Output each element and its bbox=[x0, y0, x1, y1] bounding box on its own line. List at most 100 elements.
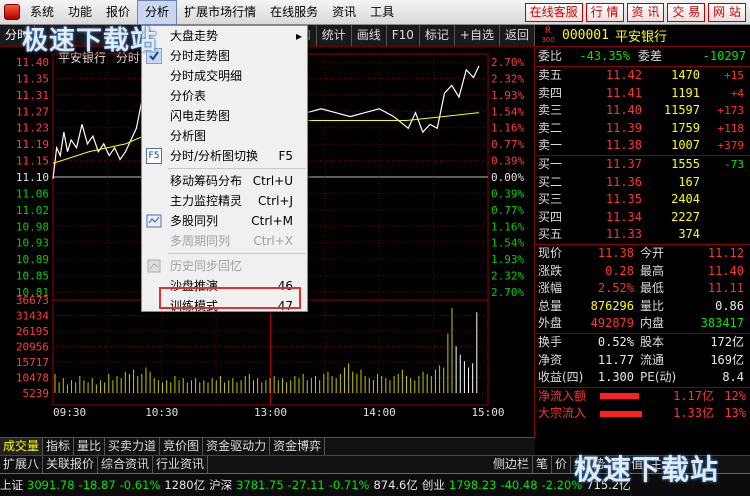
menu-item-5[interactable]: 在线服务 bbox=[263, 0, 325, 25]
bid-price: 11.35 bbox=[605, 192, 642, 207]
menu-item-7[interactable]: 工具 bbox=[363, 0, 401, 25]
menu-item-label: 移动筹码分布 bbox=[170, 174, 243, 188]
menu-item-label: 分析图 bbox=[170, 129, 207, 143]
draw-line-button[interactable]: 画线 bbox=[352, 25, 387, 46]
menu-item-11[interactable]: 多周期同列 Ctrl+X bbox=[142, 231, 307, 251]
top-button-0[interactable]: 在线客服 bbox=[524, 2, 583, 22]
bid-label: 买一 bbox=[538, 156, 563, 171]
quote-panel: R 300 000001 平安银行 委比 -43.35% 委差 -10297 卖… bbox=[536, 25, 750, 437]
cy-label: 创业 bbox=[421, 478, 445, 492]
bid-volume: 2404 bbox=[671, 192, 700, 207]
indicator-tab-5[interactable]: 资金驱动力 bbox=[203, 438, 271, 455]
indicator-tab-4[interactable]: 竞价图 bbox=[160, 438, 204, 455]
indicator-tab-1[interactable]: 指标 bbox=[43, 438, 75, 455]
flow-bar bbox=[600, 411, 642, 418]
stock-name: 平安银行 bbox=[614, 30, 667, 45]
sidebar-tab-1[interactable]: 笔 bbox=[533, 456, 553, 473]
stat-value: 492879 bbox=[590, 316, 634, 331]
flow-bar bbox=[600, 393, 639, 400]
volume-tick-label: 36673 bbox=[16, 294, 49, 307]
indicator-tab-3[interactable]: 买卖力道 bbox=[105, 438, 161, 455]
mark-button[interactable]: 标记 bbox=[420, 25, 455, 46]
flow-label: 净流入额 bbox=[538, 388, 587, 403]
bid-row: 买二 11.36 167 bbox=[536, 174, 750, 192]
menu-item-5[interactable]: 分析图 bbox=[142, 126, 307, 146]
stat-label-2: 最高 bbox=[640, 263, 665, 278]
extension-tab-2[interactable]: 综合资讯 bbox=[98, 456, 154, 473]
bid-volume: 374 bbox=[678, 227, 700, 242]
top-button-2[interactable]: 资 讯 bbox=[626, 2, 665, 22]
stats-button[interactable]: 统计 bbox=[317, 25, 352, 46]
menu-item-6[interactable]: F5 分时/分析图切换 F5 bbox=[142, 146, 307, 166]
add-favorite-button[interactable]: +自选 bbox=[455, 25, 500, 46]
pct-tick-label: 0.77% bbox=[491, 138, 524, 151]
ask-price: 11.40 bbox=[605, 103, 642, 118]
stat2-row: 换手 0.52% 股本 172亿 bbox=[536, 334, 750, 352]
menu-item-0[interactable]: 大盘走势 ▸ bbox=[142, 26, 307, 46]
stat2-value-2: 172亿 bbox=[710, 334, 744, 349]
weibi-label: 委比 bbox=[538, 49, 563, 63]
ask-label: 卖一 bbox=[538, 138, 563, 153]
back-button[interactable]: 返回 bbox=[500, 25, 535, 46]
hs-amount: 874.6亿 bbox=[373, 478, 418, 492]
extension-tab-3[interactable]: 行业资讯 bbox=[153, 456, 209, 473]
stat2-value: 1.300 bbox=[597, 370, 634, 385]
stat-row: 现价 11.38 今开 11.12 bbox=[536, 245, 750, 263]
menu-item-4[interactable]: 闪电走势图 bbox=[142, 106, 307, 126]
top-button-1[interactable]: 行 情 bbox=[585, 2, 624, 22]
sh-percent: -0.61% bbox=[119, 478, 161, 492]
stat-value: 11.38 bbox=[597, 245, 634, 260]
menu-item-9[interactable]: 主力监控精灵 Ctrl+J bbox=[142, 191, 307, 211]
menu-item-6[interactable]: 资讯 bbox=[325, 0, 363, 25]
price-tick-label: 11.02 bbox=[16, 204, 49, 217]
indicator-tab-0[interactable]: 成交量 bbox=[0, 438, 44, 455]
cy-value: 1798.23 bbox=[448, 478, 497, 492]
menu-item-3[interactable]: 分价表 bbox=[142, 86, 307, 106]
f10-button[interactable]: F10 bbox=[387, 25, 420, 46]
bid-price: 11.33 bbox=[605, 227, 642, 242]
stat2-row: 净资 11.77 流通 169亿 bbox=[536, 352, 750, 370]
hs-label: 沪深 bbox=[209, 478, 233, 492]
volume-tick-label: 20956 bbox=[16, 341, 49, 354]
indicator-tab-6[interactable]: 资金博弈 bbox=[270, 438, 326, 455]
flow-value: 1.17亿 bbox=[673, 388, 714, 403]
stat-value-2: 383417 bbox=[700, 316, 744, 331]
menu-divider bbox=[168, 168, 305, 169]
bid-row: 买一 11.37 1555 -73 bbox=[536, 156, 750, 174]
stat-row: 总量 876296 量比 0.86 bbox=[536, 298, 750, 316]
menu-item-1[interactable]: 分时走势图 bbox=[142, 46, 307, 66]
highlight-box bbox=[159, 287, 301, 309]
ask-price: 11.42 bbox=[605, 68, 642, 82]
app-logo-icon[interactable] bbox=[4, 4, 20, 20]
flow-label: 大宗流入 bbox=[538, 406, 587, 421]
volume-tick-label: 26195 bbox=[16, 325, 49, 338]
ask-price: 11.38 bbox=[605, 138, 642, 153]
top-button-3[interactable]: 交 易 bbox=[667, 2, 706, 22]
menu-item-4[interactable]: 扩展市场行情 bbox=[177, 0, 263, 25]
pct-tick-label: 0.00% bbox=[491, 171, 524, 184]
menu-item-13[interactable]: 历史同步回忆 bbox=[142, 256, 307, 276]
flow-pct: 12% bbox=[724, 388, 746, 403]
sidebar-tab-0[interactable]: 侧边栏 bbox=[490, 456, 534, 473]
bid-price: 11.36 bbox=[605, 174, 642, 189]
bid-price: 11.34 bbox=[605, 209, 642, 224]
menu-item-2[interactable]: 分时成交明细 bbox=[142, 66, 307, 86]
ask-label: 卖四 bbox=[538, 85, 563, 100]
menu-item-shortcut: Ctrl+J bbox=[258, 194, 293, 208]
volume-tick-label: 5239 bbox=[23, 387, 50, 400]
top-button-4[interactable]: 网 站 bbox=[708, 2, 746, 22]
quote-stats: 现价 11.38 今开 11.12 涨跌 0.28 最高 11.40 涨幅 2.52% 最低 11.1… bbox=[536, 243, 750, 333]
bid-row: 买四 11.34 2227 bbox=[536, 209, 750, 227]
menu-item-8[interactable]: 移动筹码分布 Ctrl+U bbox=[142, 171, 307, 191]
sh-label: 上证 bbox=[0, 478, 23, 492]
quote-header: R 300 000001 平安银行 bbox=[536, 25, 750, 47]
stat-label-2: 量比 bbox=[640, 298, 665, 313]
sidebar-tab-2[interactable]: 价 bbox=[552, 456, 572, 473]
stat2-label: 净资 bbox=[538, 352, 563, 367]
extension-tab-1[interactable]: 关联报价 bbox=[43, 456, 99, 473]
bid-label: 买四 bbox=[538, 209, 563, 224]
bid-label: 买五 bbox=[538, 227, 563, 242]
indicator-tab-2[interactable]: 量比 bbox=[74, 438, 106, 455]
extension-tab-0[interactable]: 扩展八 bbox=[0, 456, 44, 473]
menu-item-10[interactable]: 多股同列 Ctrl+M bbox=[142, 211, 307, 231]
